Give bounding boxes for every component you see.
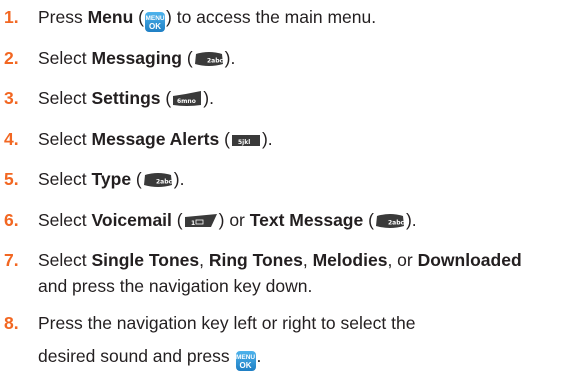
step-text: Select — [38, 48, 92, 68]
menu-ok-key-icon: MENU OK — [235, 351, 256, 371]
menu-key-bottom-label: OK — [149, 22, 162, 31]
step-text: Press — [38, 7, 88, 27]
single-tones-label: Single Tones — [91, 250, 200, 270]
2abc-key-icon: 2abc — [142, 172, 174, 189]
step-text: ( — [363, 210, 374, 230]
step-text: ) to access the main menu. — [166, 7, 377, 27]
step-text: ). — [224, 48, 236, 68]
step-number: 3. — [4, 88, 19, 108]
voicemail-label: Voicemail — [91, 210, 172, 230]
ring-tones-label: Ring Tones — [208, 250, 303, 270]
step-text: , or — [387, 250, 418, 270]
step-text: Select — [38, 88, 92, 108]
step-text: Press the navigation key left or right t… — [38, 313, 416, 333]
svg-text:2abc: 2abc — [388, 220, 405, 227]
menu-label: Menu — [87, 7, 134, 27]
menu-ok-key-icon: MENU OK — [145, 12, 166, 32]
svg-text:5jkl: 5jkl — [238, 139, 250, 146]
2abc-key-icon: 2abc — [374, 213, 406, 230]
message-alerts-label: Message Alerts — [91, 129, 220, 149]
step-text: ( — [131, 169, 142, 189]
step-text: ( — [219, 129, 230, 149]
menu-key-top-label: MENU — [145, 15, 165, 22]
step-number: 2. — [4, 48, 19, 68]
svg-text:2abc: 2abc — [156, 179, 173, 186]
step-text: ). — [261, 129, 273, 149]
step-number: 7. — [4, 250, 19, 270]
step-text: and press the navigation key down. — [38, 276, 313, 296]
svg-text:2abc: 2abc — [207, 58, 224, 65]
step-text: ( — [133, 7, 145, 27]
step-text: . — [256, 346, 262, 366]
step-text: ( — [160, 88, 172, 108]
step-text: ). — [173, 169, 185, 189]
downloaded-label: Downloaded — [417, 250, 522, 270]
step-text: , — [302, 250, 313, 270]
step-text: ) or — [218, 210, 250, 230]
1-voicemail-key-icon: 1 — [183, 213, 219, 230]
2abc-key-icon: 2abc — [193, 51, 225, 68]
messaging-label: Messaging — [91, 48, 182, 68]
settings-label: Settings — [91, 88, 161, 108]
menu-key-top-label: MENU — [235, 354, 256, 361]
step-text: Select — [38, 250, 92, 270]
step-number: 8. — [4, 313, 19, 333]
menu-key-bottom-label: OK — [239, 361, 252, 370]
step-text: ). — [203, 88, 214, 108]
6mno-key-icon: 6mno — [171, 91, 203, 108]
step-text: , — [199, 250, 209, 270]
step-text: ( — [181, 48, 193, 68]
type-label: Type — [91, 169, 132, 189]
step-number: 6. — [4, 210, 19, 230]
text-message-label: Text Message — [249, 210, 364, 230]
step-number: 4. — [4, 129, 19, 149]
step-text: ). — [405, 210, 417, 230]
svg-text:6mno: 6mno — [177, 98, 196, 105]
step-text: ( — [171, 210, 183, 230]
step-text: desired sound and press — [38, 346, 235, 366]
step-text: Select — [38, 129, 92, 149]
step-number: 5. — [4, 169, 19, 189]
melodies-label: Melodies — [312, 250, 388, 270]
step-text: Select — [38, 169, 92, 189]
5jkl-key-icon: 5jkl — [230, 132, 262, 149]
svg-text:1: 1 — [191, 220, 195, 227]
step-text: Select — [38, 210, 92, 230]
step-number: 1. — [4, 7, 19, 27]
